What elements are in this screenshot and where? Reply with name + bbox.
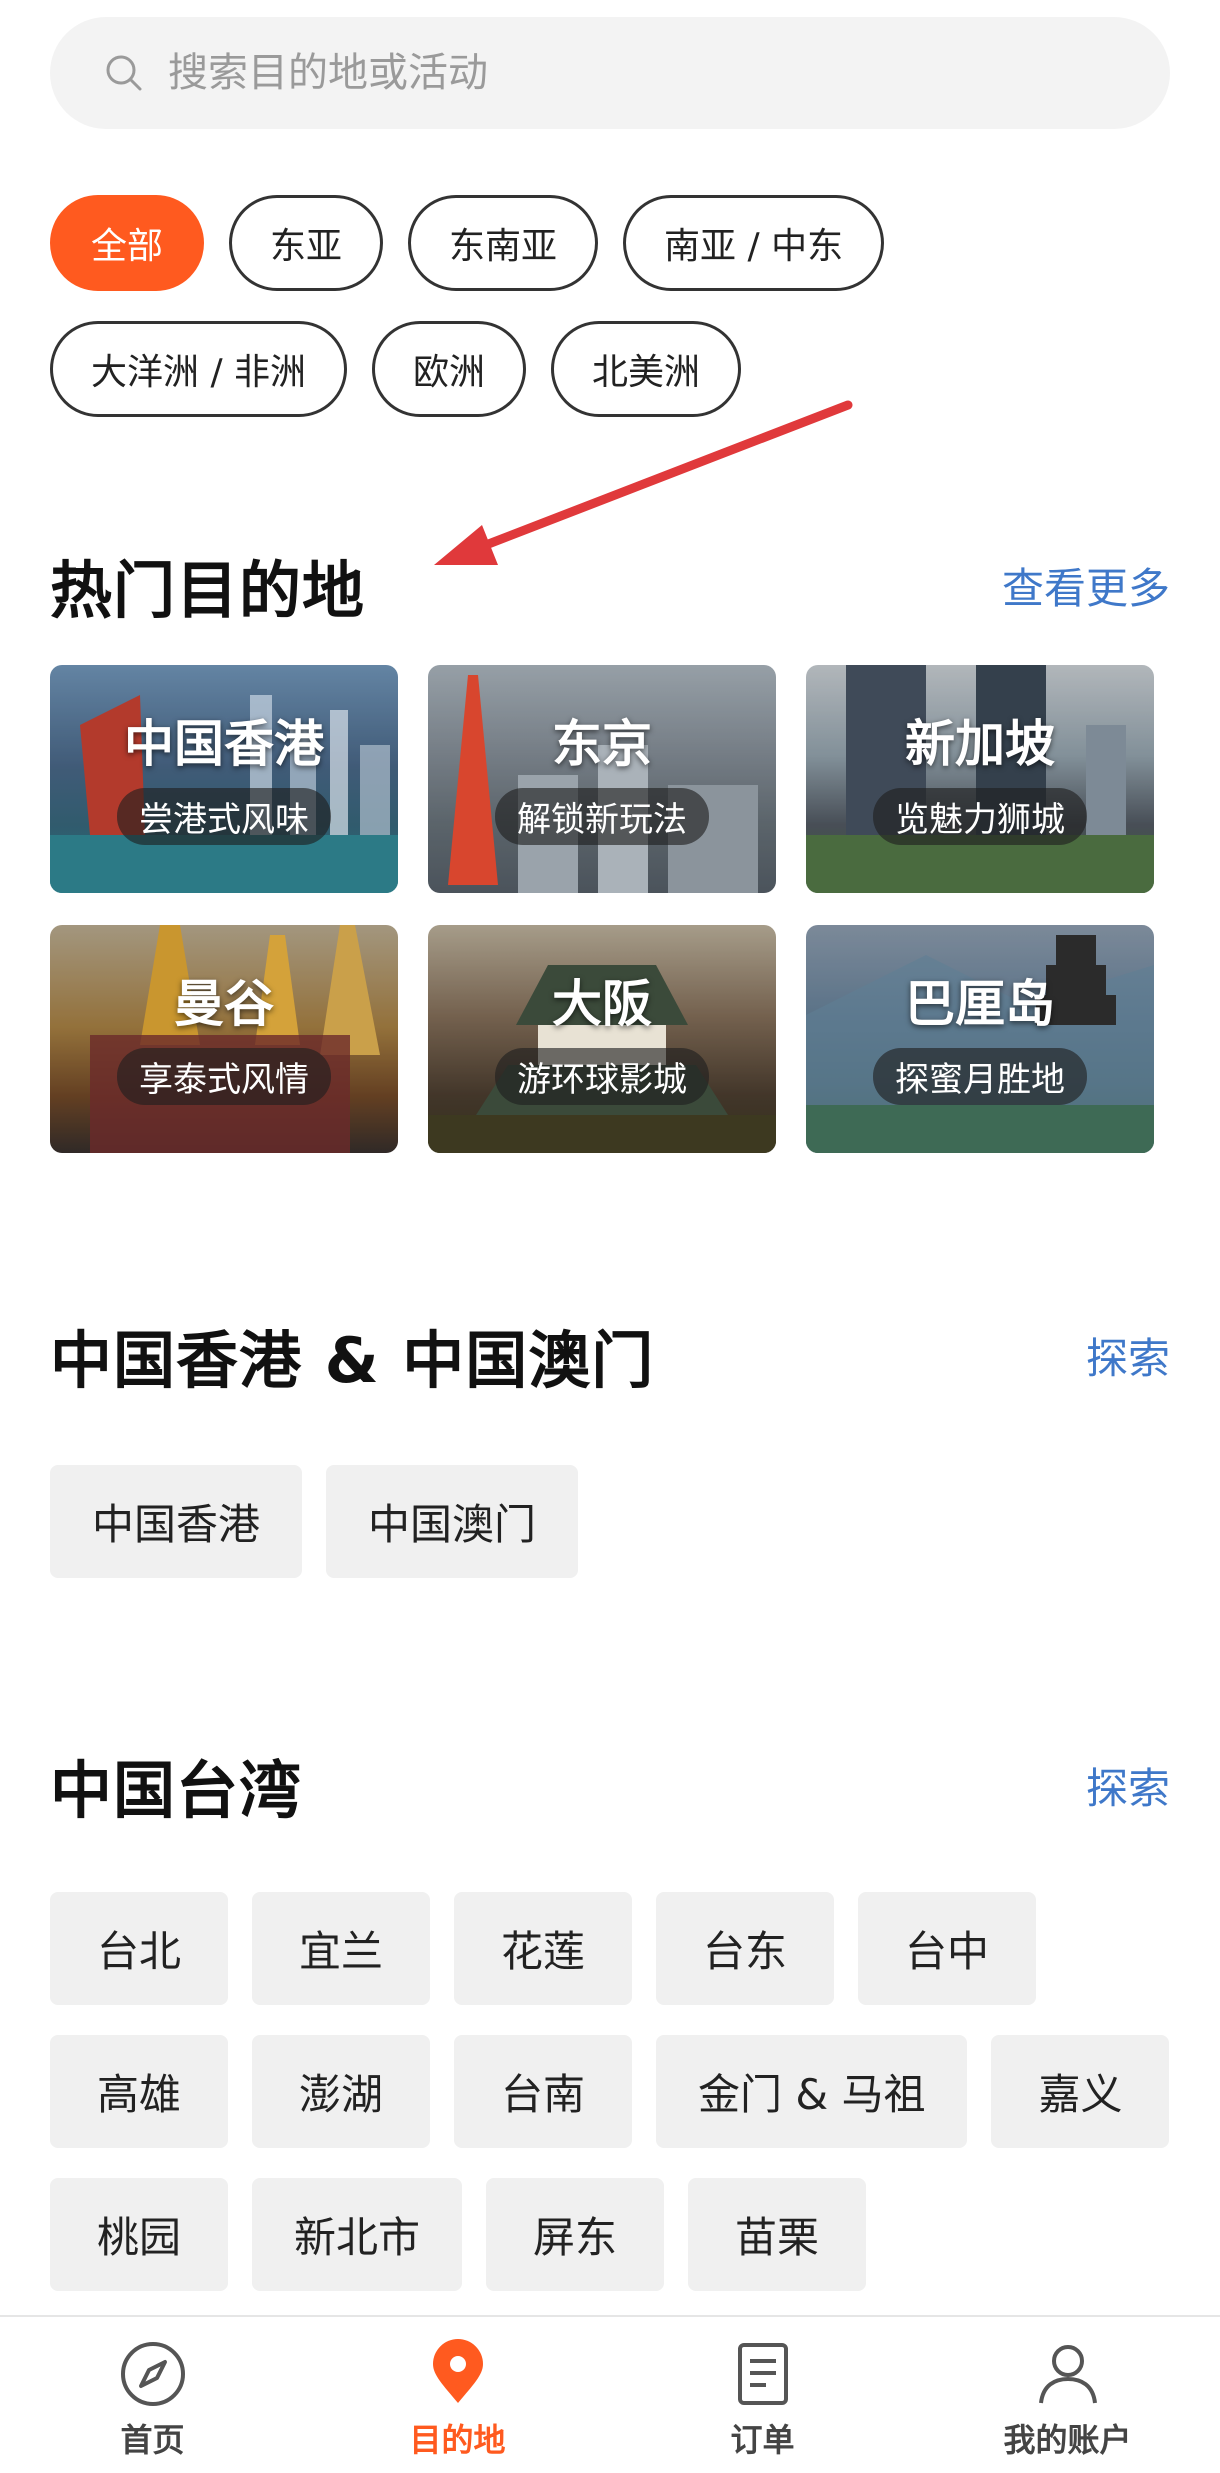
nav-label: 我的账户	[1003, 2421, 1132, 2459]
tag-chiayi[interactable]: 嘉义	[991, 2035, 1170, 2148]
nav-label: 首页	[120, 2421, 185, 2459]
bottom-nav: 首页 目的地 订单 我的账户	[0, 2315, 1220, 2473]
tag-kinmen-matsu[interactable]: 金门 & 马祖	[656, 2035, 968, 2148]
nav-destinations[interactable]: 目的地	[305, 2317, 610, 2473]
tag-penghu[interactable]: 澎湖	[252, 2035, 430, 2148]
search-input[interactable]	[168, 50, 1068, 96]
hot-destinations-title: 热门目的地	[50, 554, 366, 627]
card-subtitle: 享泰式风情	[117, 1047, 331, 1105]
nav-home[interactable]: 首页	[0, 2317, 305, 2473]
tag-taoyuan[interactable]: 桃园	[50, 2178, 228, 2291]
tag-pingtung[interactable]: 屏东	[486, 2178, 665, 2291]
tokyo-tower-image	[448, 675, 758, 893]
tag-macau[interactable]: 中国澳门	[326, 1465, 579, 1578]
tag-taitung[interactable]: 台东	[656, 1892, 834, 2005]
card-subtitle: 游环球影城	[495, 1047, 709, 1105]
taiwan-title: 中国台湾	[50, 1754, 303, 1827]
region-chip-oceania-africa[interactable]: 大洋洲 / 非洲	[50, 321, 348, 417]
destination-card-hong-kong[interactable]: 中国香港 尝港式风味	[50, 665, 398, 893]
hot-destinations-header: 热门目的地 查看更多	[50, 540, 1170, 630]
tag-kaohsiung[interactable]: 高雄	[50, 2035, 228, 2148]
nav-label: 目的地	[409, 2421, 506, 2459]
card-subtitle: 尝港式风味	[117, 787, 331, 845]
destination-card-bali[interactable]: 巴厘岛 探蜜月胜地	[806, 925, 1154, 1153]
singapore-skyline-image	[806, 665, 1154, 893]
nav-label: 订单	[730, 2421, 795, 2459]
hong-kong-skyline-image	[50, 695, 398, 893]
tag-yilan[interactable]: 宜兰	[252, 1892, 430, 2005]
search-icon	[102, 51, 146, 95]
tag-hong-kong[interactable]: 中国香港	[50, 1465, 303, 1578]
bali-temple-image	[806, 935, 1154, 1153]
nav-account[interactable]: 我的账户	[915, 2317, 1220, 2473]
destination-card-bangkok[interactable]: 曼谷 享泰式风情	[50, 925, 398, 1153]
destination-card-singapore[interactable]: 新加坡 览魅力狮城	[806, 665, 1154, 893]
region-filter: 全部 东亚 东南亚 南亚 / 中东 大洋洲 / 非洲 欧洲 北美洲	[50, 195, 1180, 417]
destination-grid: 中国香港 尝港式风味 东京 解锁新玩法 新加坡 览魅力狮城 曼谷 享泰式风情 大…	[50, 665, 1160, 1153]
tag-taichung[interactable]: 台中	[858, 1892, 1036, 2005]
region-chip-all[interactable]: 全部	[50, 195, 205, 291]
card-title: 大阪	[552, 974, 652, 1033]
user-icon	[1033, 2339, 1103, 2409]
card-subtitle: 探蜜月胜地	[873, 1047, 1087, 1105]
destination-card-tokyo[interactable]: 东京 解锁新玩法	[428, 665, 776, 893]
card-title: 东京	[552, 714, 652, 773]
card-title: 中国香港	[124, 714, 324, 773]
hk-macau-header: 中国香港 & 中国澳门 探索	[50, 1310, 1170, 1400]
compass-icon	[118, 2339, 188, 2409]
region-chip-southeast-asia[interactable]: 东南亚	[408, 195, 599, 291]
tag-taipei[interactable]: 台北	[50, 1892, 228, 2005]
search-bar[interactable]	[50, 17, 1170, 129]
tag-hualien[interactable]: 花莲	[454, 1892, 632, 2005]
card-subtitle: 解锁新玩法	[495, 787, 709, 845]
osaka-castle-image	[428, 965, 776, 1153]
destination-card-osaka[interactable]: 大阪 游环球影城	[428, 925, 776, 1153]
taiwan-tags: 台北 宜兰 花莲 台东 台中 高雄 澎湖 台南 金门 & 马祖 嘉义 桃园 新北…	[50, 1892, 1170, 2291]
taiwan-explore-link[interactable]: 探索	[1086, 1755, 1170, 1816]
card-title: 巴厘岛	[905, 974, 1055, 1033]
location-pin-icon	[423, 2339, 493, 2409]
document-icon	[728, 2339, 798, 2409]
region-chip-south-asia-middle-east[interactable]: 南亚 / 中东	[623, 195, 885, 291]
hk-macau-explore-link[interactable]: 探索	[1086, 1325, 1170, 1386]
view-more-link[interactable]: 查看更多	[1002, 555, 1170, 616]
region-chip-east-asia[interactable]: 东亚	[229, 195, 384, 291]
tag-miaoli[interactable]: 苗栗	[688, 2178, 867, 2291]
tag-tainan[interactable]: 台南	[454, 2035, 632, 2148]
bangkok-temple-image	[90, 925, 380, 1153]
card-title: 新加坡	[905, 714, 1055, 773]
tag-new-taipei[interactable]: 新北市	[252, 2178, 463, 2291]
nav-orders[interactable]: 订单	[610, 2317, 915, 2473]
taiwan-header: 中国台湾 探索	[50, 1740, 1170, 1830]
card-title: 曼谷	[174, 974, 274, 1033]
card-subtitle: 览魅力狮城	[873, 787, 1087, 845]
hk-macau-tags: 中国香港 中国澳门	[50, 1465, 1170, 1578]
hk-macau-title: 中国香港 & 中国澳门	[50, 1324, 655, 1397]
